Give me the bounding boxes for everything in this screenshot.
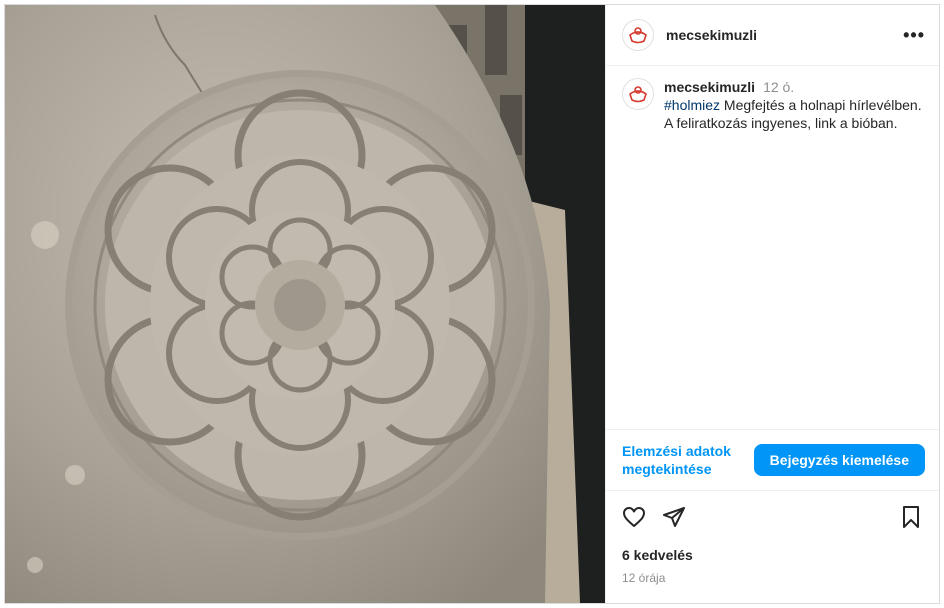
post-modal: mecsekimuzli ••• mecsekimuzli 12 ó. #hol… <box>4 4 940 604</box>
bookmark-icon[interactable] <box>897 503 925 531</box>
post-sidebar: mecsekimuzli ••• mecsekimuzli 12 ó. #hol… <box>605 5 939 603</box>
hashtag-link[interactable]: #holmiez <box>664 97 720 113</box>
post-photo[interactable] <box>5 5 605 603</box>
caption-text-block: #holmiez Megfejtés a holnapi hírlevélben… <box>664 96 923 132</box>
post-header: mecsekimuzli ••• <box>606 5 939 66</box>
header-username[interactable]: mecsekimuzli <box>666 27 757 43</box>
post-timestamp[interactable]: 12 órája <box>606 563 939 603</box>
action-bar <box>606 490 939 543</box>
caption-time: 12 ó. <box>763 79 795 95</box>
caption: mecsekimuzli 12 ó. #holmiez Megfejtés a … <box>606 66 939 132</box>
view-insights-link[interactable]: Elemzési adatok megtekintése <box>622 442 752 478</box>
stone-rosette-image <box>5 5 605 603</box>
avatar[interactable] <box>622 19 654 51</box>
promo-bar: Elemzési adatok megtekintése Bejegyzés k… <box>606 429 939 490</box>
more-options-icon[interactable]: ••• <box>903 25 925 46</box>
muzli-logo-icon <box>629 86 647 103</box>
likes-count[interactable]: 6 kedvelés <box>606 543 939 563</box>
boost-post-button[interactable]: Bejegyzés kiemelése <box>753 444 925 476</box>
paper-plane-icon[interactable] <box>660 503 688 531</box>
caption-username[interactable]: mecsekimuzli <box>664 78 755 96</box>
heart-icon[interactable] <box>620 503 648 531</box>
caption-avatar[interactable] <box>622 78 654 110</box>
muzli-logo-icon <box>629 27 647 44</box>
caption-body: mecsekimuzli 12 ó. #holmiez Megfejtés a … <box>664 78 923 132</box>
